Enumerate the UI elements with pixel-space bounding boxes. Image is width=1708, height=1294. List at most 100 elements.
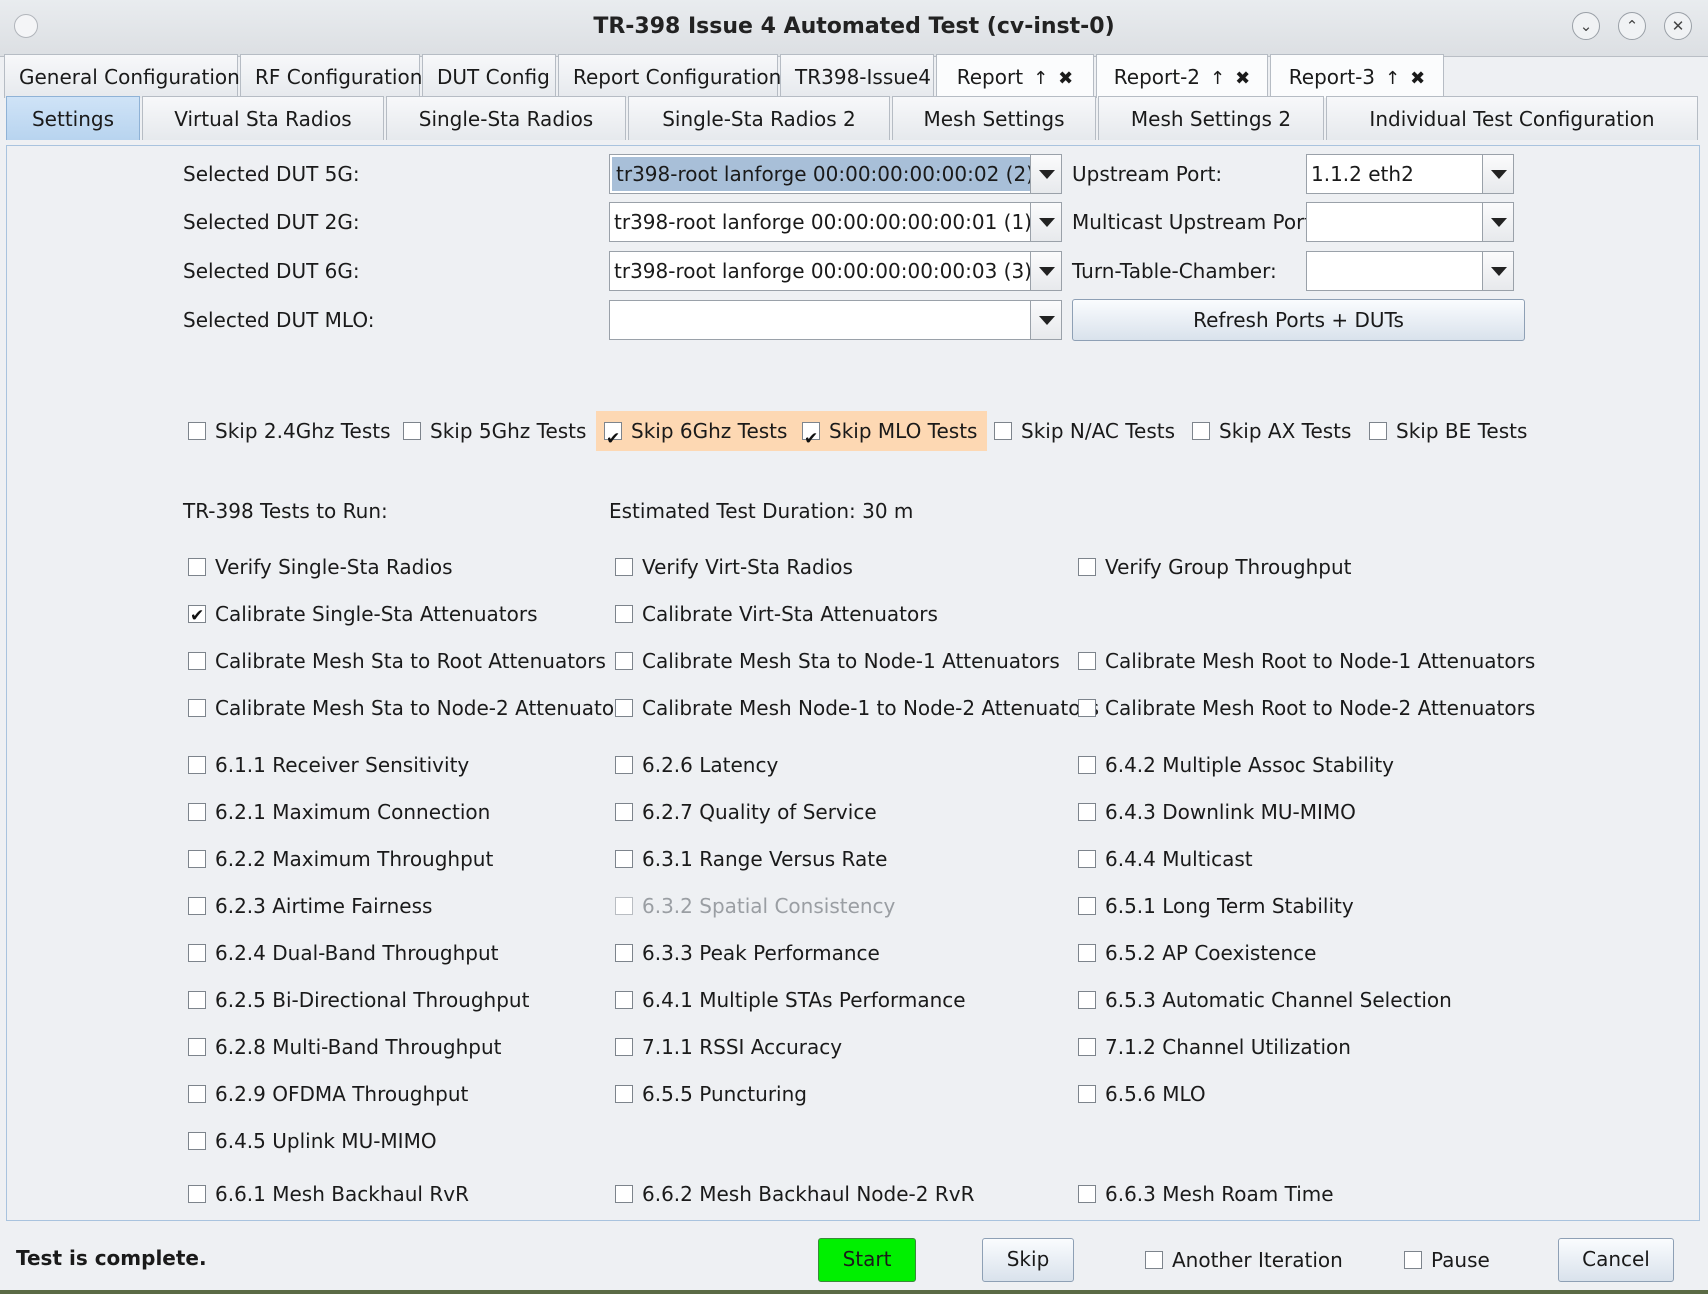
tab-dut-config[interactable]: DUT Config xyxy=(422,54,556,98)
checkbox-box[interactable] xyxy=(188,755,206,774)
checkbox-box[interactable] xyxy=(188,896,206,915)
checkbox-box[interactable] xyxy=(1369,421,1387,440)
checkbox-box[interactable] xyxy=(1078,1184,1096,1203)
minimize-icon[interactable]: ⌄ xyxy=(1572,12,1600,40)
pin-icon[interactable]: ↑ xyxy=(1385,68,1400,89)
test-6-2-1-checkbox[interactable]: 6.2.1 Maximum Connection xyxy=(188,798,490,826)
tab-virtual-sta-radios[interactable]: Virtual Sta Radios xyxy=(142,96,384,140)
test-6-4-2-checkbox[interactable]: 6.4.2 Multiple Assoc Stability xyxy=(1078,751,1394,779)
checkbox-box[interactable] xyxy=(1078,1084,1096,1103)
test-6-1-1-checkbox[interactable]: 6.1.1 Receiver Sensitivity xyxy=(188,751,469,779)
checkbox-box[interactable] xyxy=(188,990,206,1009)
checkbox-box[interactable] xyxy=(1078,651,1096,670)
checkbox-box[interactable] xyxy=(188,1037,206,1056)
checkbox-box[interactable] xyxy=(615,651,633,670)
another-iteration-checkbox[interactable]: Another Iteration xyxy=(1145,1246,1343,1274)
verify-virt-sta-radios-checkbox[interactable]: Verify Virt-Sta Radios xyxy=(615,553,853,581)
checkbox-box[interactable] xyxy=(615,604,633,623)
checkbox-box[interactable] xyxy=(994,421,1012,440)
checkbox-box-checked[interactable] xyxy=(604,419,622,459)
checkbox-box[interactable] xyxy=(615,755,633,774)
checkbox-box-checked[interactable] xyxy=(188,602,206,630)
chevron-down-icon[interactable] xyxy=(1030,155,1061,193)
checkbox-box[interactable] xyxy=(1078,802,1096,821)
close-tab-icon[interactable]: ✖ xyxy=(1410,68,1425,89)
tab-settings[interactable]: Settings xyxy=(6,96,140,140)
calibrate-mesh-sta-node1-checkbox[interactable]: Calibrate Mesh Sta to Node-1 Attenuators xyxy=(615,647,1060,675)
checkbox-box[interactable] xyxy=(1404,1250,1422,1269)
checkbox-box[interactable] xyxy=(615,1084,633,1103)
checkbox-box[interactable] xyxy=(1078,896,1096,915)
test-7-1-2-checkbox[interactable]: 7.1.2 Channel Utilization xyxy=(1078,1033,1351,1061)
checkbox-box[interactable] xyxy=(1192,421,1210,440)
test-6-2-2-checkbox[interactable]: 6.2.2 Maximum Throughput xyxy=(188,845,493,873)
tab-single-sta-radios-2[interactable]: Single-Sta Radios 2 xyxy=(628,96,890,140)
skip-2-4ghz-checkbox[interactable]: Skip 2.4Ghz Tests xyxy=(188,417,391,445)
cancel-button[interactable]: Cancel xyxy=(1558,1238,1674,1282)
chevron-down-icon[interactable] xyxy=(1030,301,1061,339)
skip-6ghz-checkbox[interactable]: Skip 6Ghz Tests xyxy=(596,411,798,459)
pin-icon[interactable]: ↑ xyxy=(1210,68,1225,89)
tab-report-3[interactable]: Report-3 ↑ ✖ xyxy=(1270,54,1444,98)
test-6-5-5-checkbox[interactable]: 6.5.5 Puncturing xyxy=(615,1080,807,1108)
test-6-2-9-checkbox[interactable]: 6.2.9 OFDMA Throughput xyxy=(188,1080,468,1108)
checkbox-box[interactable] xyxy=(1078,755,1096,774)
close-tab-icon[interactable]: ✖ xyxy=(1058,68,1073,89)
checkbox-box[interactable] xyxy=(1078,943,1096,962)
test-6-5-2-checkbox[interactable]: 6.5.2 AP Coexistence xyxy=(1078,939,1316,967)
tab-report-configuration[interactable]: Report Configuration xyxy=(558,54,781,98)
tab-general-configuration[interactable]: General Configuration xyxy=(4,54,240,98)
upstream-port-select[interactable]: 1.1.2 eth2 xyxy=(1306,154,1514,194)
test-6-4-5-checkbox[interactable]: 6.4.5 Uplink MU-MIMO xyxy=(188,1127,437,1155)
start-button[interactable]: Start xyxy=(818,1238,916,1282)
skip-button[interactable]: Skip xyxy=(982,1238,1074,1282)
skip-ax-checkbox[interactable]: Skip AX Tests xyxy=(1192,417,1351,445)
test-6-3-1-checkbox[interactable]: 6.3.1 Range Versus Rate xyxy=(615,845,887,873)
test-7-1-1-checkbox[interactable]: 7.1.1 RSSI Accuracy xyxy=(615,1033,842,1061)
verify-single-sta-radios-checkbox[interactable]: Verify Single-Sta Radios xyxy=(188,553,453,581)
checkbox-box[interactable] xyxy=(1078,1037,1096,1056)
checkbox-box[interactable] xyxy=(188,1131,206,1150)
test-6-2-7-checkbox[interactable]: 6.2.7 Quality of Service xyxy=(615,798,877,826)
test-6-2-8-checkbox[interactable]: 6.2.8 Multi-Band Throughput xyxy=(188,1033,502,1061)
chevron-down-icon[interactable] xyxy=(1030,252,1061,290)
test-6-3-3-checkbox[interactable]: 6.3.3 Peak Performance xyxy=(615,939,880,967)
test-6-6-3-checkbox[interactable]: 6.6.3 Mesh Roam Time xyxy=(1078,1180,1334,1208)
tab-report-2[interactable]: Report-2 ↑ ✖ xyxy=(1096,54,1268,98)
test-6-2-4-checkbox[interactable]: 6.2.4 Dual-Band Throughput xyxy=(188,939,499,967)
tab-single-sta-radios[interactable]: Single-Sta Radios xyxy=(386,96,626,140)
checkbox-box[interactable] xyxy=(188,1084,206,1103)
close-icon[interactable]: ✕ xyxy=(1664,12,1692,40)
calibrate-mesh-sta-root-checkbox[interactable]: Calibrate Mesh Sta to Root Attenuators xyxy=(188,647,606,675)
test-6-6-1-checkbox[interactable]: 6.6.1 Mesh Backhaul RvR xyxy=(188,1180,469,1208)
checkbox-box[interactable] xyxy=(188,943,206,962)
tab-rf-configuration[interactable]: RF Configuration xyxy=(240,54,422,98)
skip-mlo-checkbox[interactable]: Skip MLO Tests xyxy=(794,411,988,459)
chevron-down-icon[interactable] xyxy=(1030,203,1061,241)
dut-6g-select[interactable]: tr398-root lanforge 00:00:00:00:00:03 (3… xyxy=(609,251,1062,291)
checkbox-box[interactable] xyxy=(615,990,633,1009)
calibrate-mesh-node1-node2-checkbox[interactable]: Calibrate Mesh Node-1 to Node-2 Attenuat… xyxy=(615,694,1099,722)
dut-mlo-select[interactable] xyxy=(609,300,1062,340)
checkbox-box[interactable] xyxy=(615,943,633,962)
checkbox-box[interactable] xyxy=(188,651,206,670)
checkbox-box[interactable] xyxy=(403,421,421,440)
test-6-2-3-checkbox[interactable]: 6.2.3 Airtime Fairness xyxy=(188,892,432,920)
checkbox-box[interactable] xyxy=(1145,1250,1163,1269)
checkbox-box[interactable] xyxy=(188,421,206,440)
checkbox-box[interactable] xyxy=(188,802,206,821)
skip-5ghz-checkbox[interactable]: Skip 5Ghz Tests xyxy=(403,417,586,445)
checkbox-box-checked[interactable] xyxy=(802,419,820,459)
checkbox-box[interactable] xyxy=(615,1037,633,1056)
test-6-5-6-checkbox[interactable]: 6.5.6 MLO xyxy=(1078,1080,1206,1108)
tab-individual-test-configuration[interactable]: Individual Test Configuration xyxy=(1326,96,1698,140)
skip-n-ac-checkbox[interactable]: Skip N/AC Tests xyxy=(994,417,1175,445)
pause-checkbox[interactable]: Pause xyxy=(1404,1246,1490,1274)
dut-5g-select[interactable]: tr398-root lanforge 00:00:00:00:00:02 (2… xyxy=(609,154,1062,194)
test-6-5-1-checkbox[interactable]: 6.5.1 Long Term Stability xyxy=(1078,892,1354,920)
pin-icon[interactable]: ↑ xyxy=(1033,68,1048,89)
checkbox-box[interactable] xyxy=(615,802,633,821)
checkbox-box[interactable] xyxy=(615,849,633,868)
test-6-6-2-checkbox[interactable]: 6.6.2 Mesh Backhaul Node-2 RvR xyxy=(615,1180,974,1208)
tab-mesh-settings-2[interactable]: Mesh Settings 2 xyxy=(1098,96,1324,140)
